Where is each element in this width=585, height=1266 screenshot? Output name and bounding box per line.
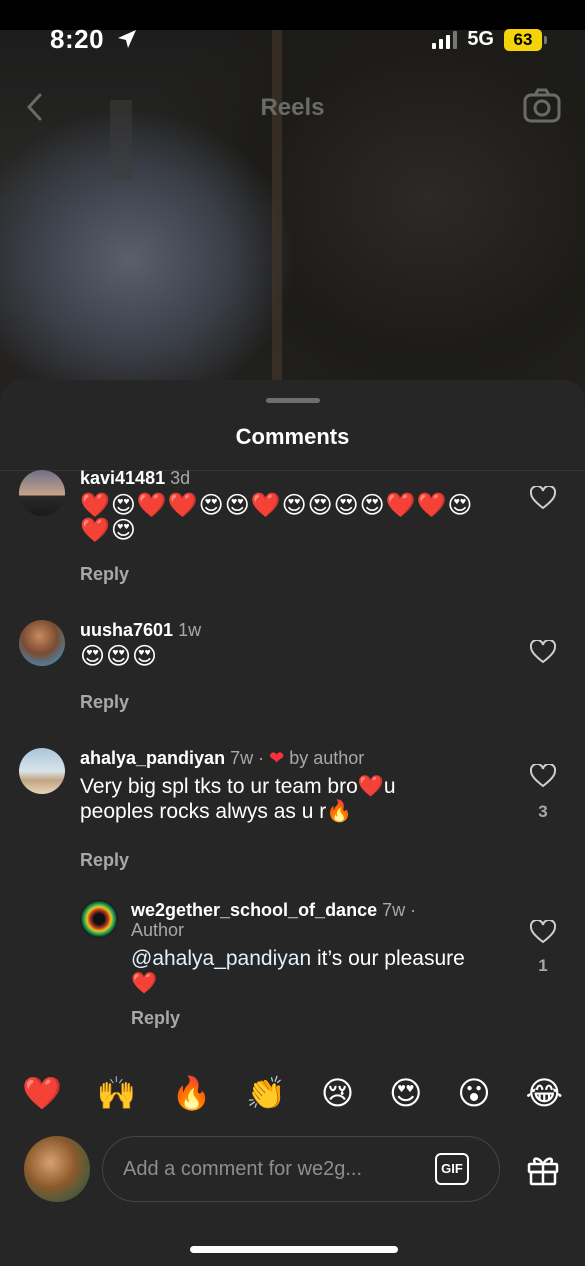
meta-separator: · bbox=[258, 748, 265, 768]
location-arrow-icon bbox=[116, 28, 138, 55]
sheet-grabber[interactable] bbox=[266, 398, 320, 403]
reaction-emoji-crying[interactable]: 😢 bbox=[321, 1068, 354, 1118]
comment-item: ahalya_pandiyan 7w · ❤ by author Very bi… bbox=[0, 746, 585, 870]
reply-button[interactable]: Reply bbox=[131, 1008, 180, 1029]
reaction-emoji-raised-hands[interactable]: 🙌 bbox=[97, 1068, 137, 1118]
like-heart-icon[interactable] bbox=[529, 762, 557, 793]
gif-icon[interactable]: GIF bbox=[435, 1153, 469, 1185]
network-type: 5G bbox=[467, 28, 494, 50]
comment-reply-item: we2gether_school_of_dance 7w · Author @a… bbox=[0, 898, 585, 1028]
reels-title: Reels bbox=[260, 94, 325, 121]
reaction-emoji-clap[interactable]: 👏 bbox=[246, 1068, 286, 1118]
comment-time: 7w bbox=[230, 748, 254, 768]
like-count: 1 bbox=[538, 956, 548, 975]
comment-text-line2: ❤️ bbox=[131, 972, 158, 995]
reply-button[interactable]: Reply bbox=[80, 850, 129, 871]
avatar[interactable] bbox=[19, 620, 65, 666]
comment-text: Very big spl tks to ur team bro❤️u bbox=[80, 775, 396, 798]
battery-icon: 63 bbox=[504, 28, 547, 51]
quick-reaction-bar: ❤️ 🙌 🔥 👏 😢 😍 😮 😂 bbox=[0, 1068, 585, 1118]
reaction-emoji-fire[interactable]: 🔥 bbox=[171, 1068, 211, 1118]
comment-input[interactable]: Add a comment for we2g... GIF bbox=[102, 1136, 500, 1202]
comment-username[interactable]: ahalya_pandiyan bbox=[80, 748, 225, 768]
reaction-emoji-heart[interactable]: ❤️ bbox=[22, 1068, 62, 1118]
liked-by-author-badge: by author bbox=[289, 748, 365, 768]
reaction-emoji-laughing[interactable]: 😂 bbox=[526, 1068, 563, 1118]
comment-time: 1w bbox=[178, 620, 202, 640]
status-time: 8:20 bbox=[50, 24, 105, 54]
comment-username[interactable]: kavi41481 bbox=[80, 468, 165, 488]
status-indicators: 5G 63 bbox=[432, 28, 547, 51]
reaction-emoji-heart-eyes[interactable]: 😍 bbox=[389, 1068, 422, 1118]
like-heart-icon[interactable] bbox=[529, 638, 557, 669]
camera-icon[interactable] bbox=[523, 88, 561, 129]
author-role-label: Author bbox=[131, 920, 185, 940]
author-liked-heart-icon: ❤ bbox=[269, 748, 285, 768]
comment-mention[interactable]: @ahalya_pandiyan bbox=[131, 947, 311, 970]
comment-time: 3d bbox=[170, 468, 191, 488]
comment-meta: uusha7601 1w bbox=[80, 620, 201, 641]
signal-icon bbox=[432, 30, 458, 49]
avatar[interactable] bbox=[19, 470, 65, 516]
reaction-emoji-surprised[interactable]: 😮 bbox=[457, 1068, 490, 1118]
comment-text-line2: ❤️😍 bbox=[80, 517, 137, 544]
comment-meta: kavi41481 3d bbox=[80, 468, 190, 489]
reply-button[interactable]: Reply bbox=[80, 564, 129, 585]
comment-text: 😍😍😍 bbox=[80, 643, 159, 670]
comment-meta: we2gether_school_of_dance 7w · bbox=[131, 900, 416, 921]
battery-level: 63 bbox=[504, 28, 542, 51]
comment-item: uusha7601 1w 😍😍😍 Reply bbox=[0, 618, 585, 712]
avatar[interactable] bbox=[19, 748, 65, 794]
reply-button[interactable]: Reply bbox=[80, 692, 129, 713]
comment-meta: ahalya_pandiyan 7w · ❤ by author bbox=[80, 748, 364, 769]
comment-text: @ahalya_pandiyan it’s our pleasure bbox=[131, 946, 465, 971]
like-heart-icon[interactable] bbox=[529, 918, 557, 949]
avatar[interactable] bbox=[80, 900, 118, 938]
like-count: 3 bbox=[538, 802, 548, 821]
comment-composer: Add a comment for we2g... GIF bbox=[0, 1130, 585, 1210]
comment-time: 7w · bbox=[382, 900, 417, 920]
reel-video-background bbox=[0, 0, 585, 400]
sheet-title: Comments bbox=[235, 424, 350, 449]
comment-item: kavi41481 3d ❤️😍❤️❤️😍😍❤️😍😍😍😍❤️❤️😍 ❤️😍 Re… bbox=[0, 466, 585, 586]
comment-text: ❤️😍❤️❤️😍😍❤️😍😍😍😍❤️❤️😍 bbox=[80, 492, 474, 519]
comment-input-placeholder: Add a comment for we2g... bbox=[123, 1158, 363, 1180]
comment-username[interactable]: uusha7601 bbox=[80, 620, 173, 640]
battery-cap bbox=[544, 35, 547, 44]
comment-text-line2: peoples rocks alwys as u r🔥 bbox=[80, 800, 353, 823]
gift-icon[interactable] bbox=[526, 1152, 560, 1191]
comment-text-body: it’s our pleasure bbox=[311, 947, 465, 970]
reels-header: Reels bbox=[0, 84, 585, 130]
comment-username[interactable]: we2gether_school_of_dance bbox=[131, 900, 377, 920]
like-heart-icon[interactable] bbox=[529, 484, 557, 515]
home-indicator[interactable] bbox=[190, 1246, 398, 1253]
my-avatar[interactable] bbox=[24, 1136, 90, 1202]
